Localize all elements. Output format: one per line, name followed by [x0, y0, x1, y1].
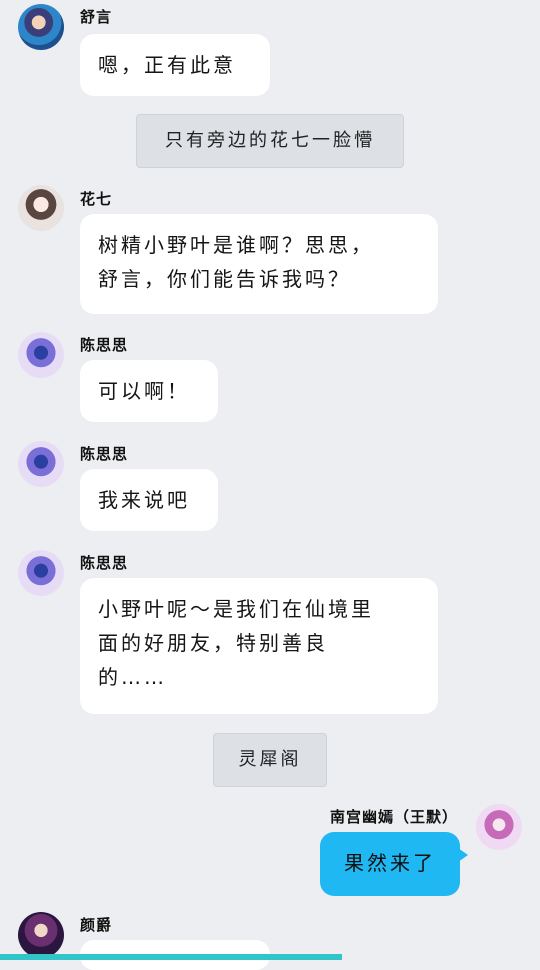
message-bubble[interactable]: 小野叶呢～是我们在仙境里 面的好朋友，特别善良 的…… [80, 578, 438, 714]
my-message-bubble[interactable]: 果然来了 [320, 832, 468, 896]
avatar-yanjue-icon[interactable] [18, 912, 64, 958]
avatar-chensisi-icon[interactable] [18, 550, 64, 596]
message-bubble[interactable]: 我来说吧 [80, 469, 218, 531]
avatar-huaqi-icon[interactable] [18, 185, 64, 231]
message-bubble[interactable]: 嗯，正有此意 [80, 34, 270, 96]
sender-name: 花七 [80, 190, 113, 208]
system-notice: 只有旁边的花七一脸懵 [136, 114, 404, 168]
avatar-chensisi-icon[interactable] [18, 441, 64, 487]
sender-name: 陈思思 [80, 554, 129, 572]
sender-name: 南宫幽嫣（王默） [329, 808, 458, 826]
sender-name: 陈思思 [80, 336, 129, 354]
avatar-shuyan-icon[interactable] [18, 4, 64, 50]
sender-name: 颜爵 [80, 916, 113, 934]
sender-name: 舒言 [80, 8, 113, 26]
avatar-chensisi-icon[interactable] [18, 332, 64, 378]
avatar-nangong-icon[interactable] [476, 804, 522, 850]
progress-bar [0, 954, 342, 960]
message-bubble[interactable]: 可以啊！ [80, 360, 218, 422]
location-notice: 灵犀阁 [213, 733, 327, 787]
message-bubble[interactable]: 树精小野叶是谁啊？思思， 舒言，你们能告诉我吗？ [80, 214, 438, 314]
sender-name: 陈思思 [80, 445, 129, 463]
